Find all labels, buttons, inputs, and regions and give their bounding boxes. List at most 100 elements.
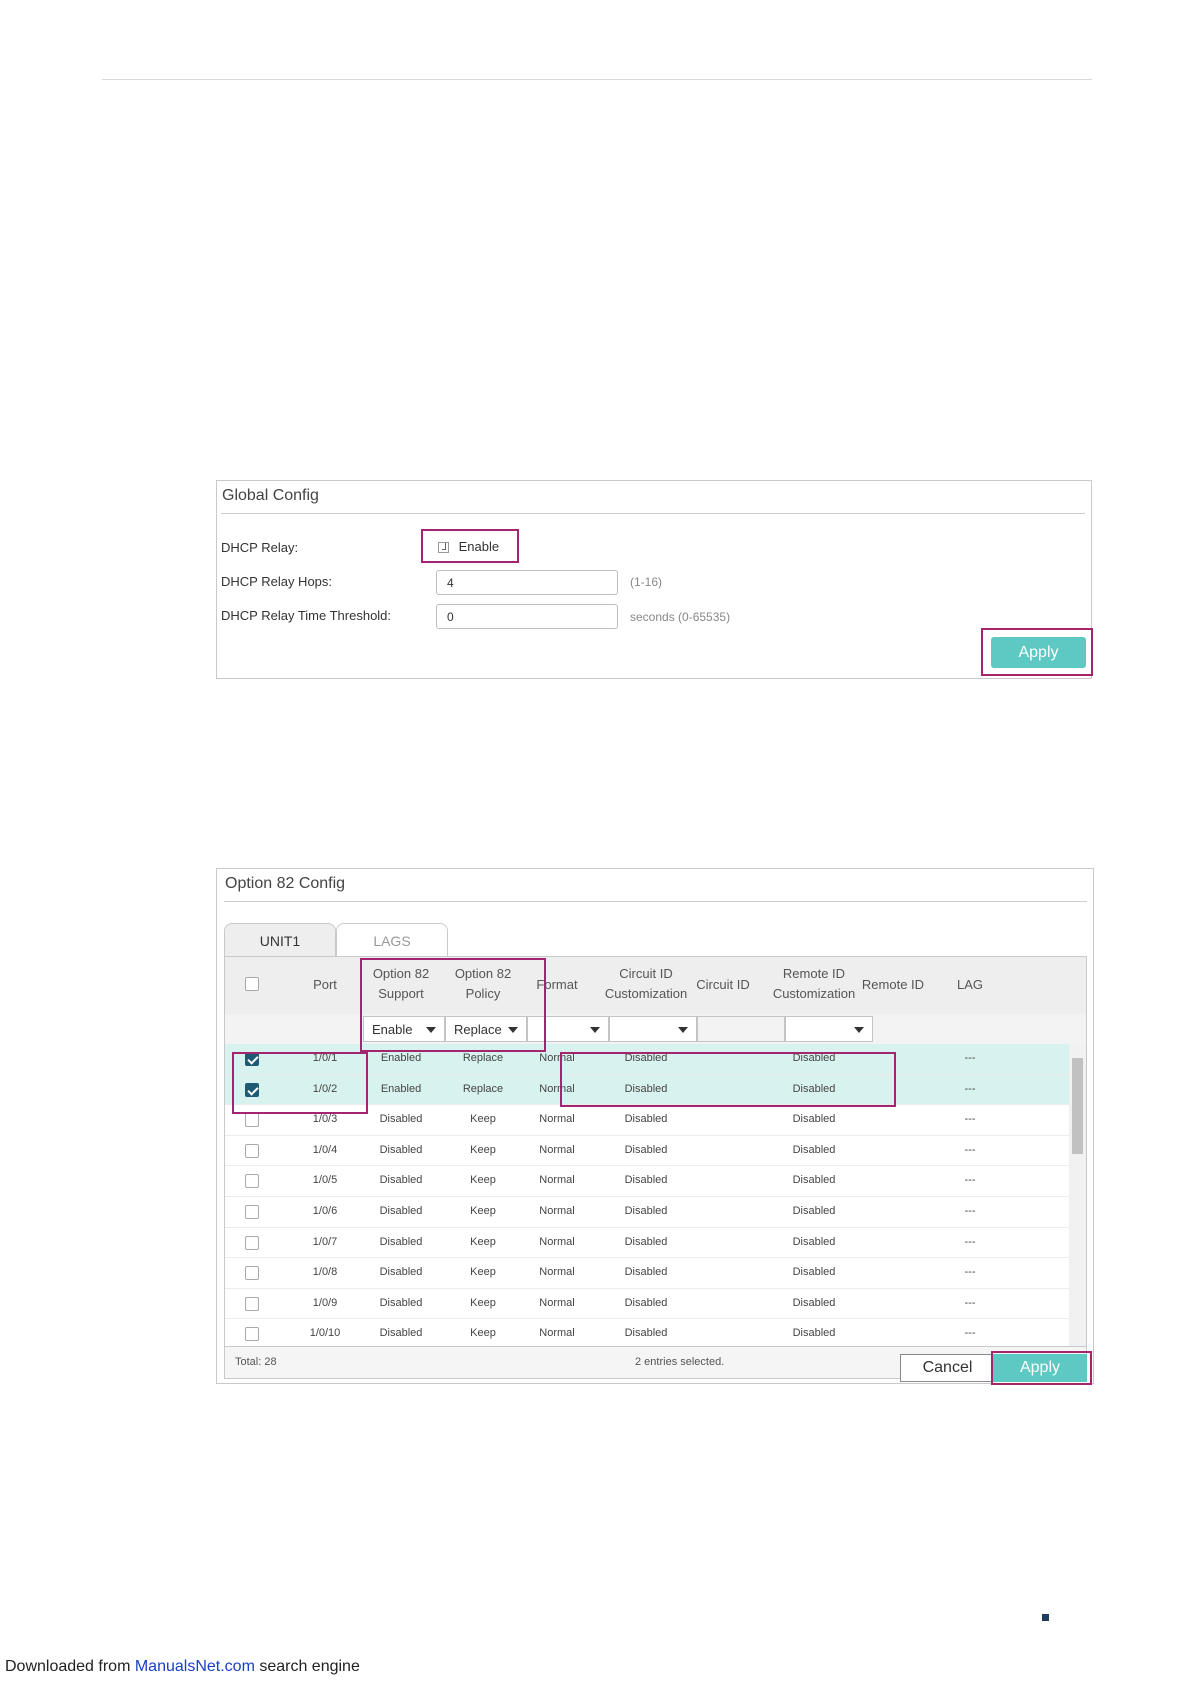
table-row[interactable]: 1/0/10 Disabled Keep Normal Disabled Disabled…: [225, 1319, 1070, 1346]
cell-port: 1/0/2: [312, 1082, 338, 1095]
row-checkbox[interactable]: [245, 1082, 259, 1097]
cell-lag: ---: [964, 1052, 976, 1064]
cell-format: Normal: [539, 1296, 575, 1309]
cell-remote: Disabled: [792, 1143, 836, 1156]
cell-port: 1/0/8: [312, 1266, 338, 1279]
header-circuit-customization: Circuit ID Customization: [604, 966, 688, 1001]
cell-circuit: Disabled: [624, 1052, 668, 1064]
cell-format: Normal: [539, 1327, 575, 1340]
cancel-button[interactable]: Cancel: [900, 1354, 995, 1382]
table-row[interactable]: 1/0/2 Enabled Replace Normal Disabled Disable…: [225, 1074, 1070, 1106]
cell-port: 1/0/3: [312, 1113, 338, 1126]
row-checkbox[interactable]: [245, 1296, 259, 1311]
row-checkbox[interactable]: [245, 1052, 259, 1066]
page-marker: [1042, 1614, 1049, 1621]
cell-policy: Keep: [470, 1266, 496, 1279]
chevron-down-icon: [678, 1027, 688, 1033]
header-format: Format: [536, 977, 578, 992]
cell-policy: Keep: [470, 1174, 496, 1187]
header-remote-id: Remote ID: [861, 977, 925, 992]
table-row[interactable]: 1/0/4 Disabled Keep Normal Disabled Disabled -…: [225, 1136, 1070, 1167]
manualsnet-link[interactable]: ManualsNet.com: [135, 1658, 255, 1675]
cell-policy: Replace: [462, 1052, 504, 1064]
enable-label: Enable: [458, 539, 500, 554]
tab-unit1[interactable]: UNIT1: [224, 923, 336, 957]
cell-policy: Replace: [462, 1082, 504, 1095]
table-row[interactable]: 1/0/5 Disabled Keep Normal Disabled Disabled -…: [225, 1166, 1070, 1197]
cell-circuit: Disabled: [624, 1143, 668, 1156]
format-filter-select[interactable]: [527, 1016, 609, 1042]
cell-port: 1/0/5: [312, 1174, 338, 1187]
row-checkbox[interactable]: [245, 1235, 259, 1250]
check-icon: [438, 542, 449, 554]
table-row[interactable]: 1/0/1 Enabled Replace Normal Disabled Disable…: [225, 1044, 1070, 1075]
cell-port: 1/0/7: [312, 1235, 338, 1248]
support-filter-select[interactable]: Enable: [363, 1016, 445, 1042]
cell-circuit: Disabled: [624, 1235, 668, 1248]
total-count: Total: 28: [235, 1356, 277, 1368]
row-checkbox[interactable]: [245, 1266, 259, 1281]
cell-support: Disabled: [379, 1143, 423, 1156]
table-row[interactable]: 1/0/9 Disabled Keep Normal Disabled Disabled -…: [225, 1289, 1070, 1320]
cell-remote: Disabled: [792, 1296, 836, 1309]
cell-circuit: Disabled: [624, 1113, 668, 1126]
cell-circuit: Disabled: [624, 1174, 668, 1187]
policy-filter-select[interactable]: Replace: [445, 1016, 527, 1042]
threshold-hint: seconds (0-65535): [630, 610, 731, 624]
table-row[interactable]: 1/0/8 Disabled Keep Normal Disabled Disabled -…: [225, 1258, 1070, 1289]
row-checkbox[interactable]: [245, 1143, 259, 1158]
tab-lags[interactable]: LAGS: [336, 923, 448, 957]
cell-lag: ---: [964, 1296, 976, 1309]
cell-circuit: Disabled: [624, 1082, 668, 1095]
cell-format: Normal: [539, 1052, 575, 1064]
table-row[interactable]: 1/0/3 Disabled Keep Normal Disabled Disabled -…: [225, 1105, 1070, 1136]
cell-policy: Keep: [470, 1113, 496, 1126]
hops-input[interactable]: 4: [436, 570, 618, 595]
dhcp-relay-label: DHCP Relay:: [221, 540, 299, 555]
time-threshold-label: DHCP Relay Time Threshold:: [221, 608, 392, 623]
cell-support: Disabled: [379, 1266, 423, 1279]
chevron-down-icon: [590, 1027, 600, 1033]
cell-support: Enabled: [380, 1052, 422, 1064]
filter-row: Enable Replace: [225, 1014, 1086, 1045]
cell-format: Normal: [539, 1113, 575, 1126]
cell-circuit: Disabled: [624, 1205, 668, 1217]
selected-count: 2 entries selected.: [635, 1356, 725, 1368]
top-divider: [102, 79, 1092, 80]
table-row[interactable]: 1/0/7 Disabled Keep Normal Disabled Disabled -…: [225, 1228, 1070, 1259]
circuit-customization-filter-select[interactable]: [609, 1016, 697, 1042]
cell-format: Normal: [539, 1235, 575, 1248]
scrollbar-thumb[interactable]: [1072, 1058, 1083, 1154]
cell-format: Normal: [539, 1143, 575, 1156]
cell-circuit: Disabled: [624, 1296, 668, 1309]
circuit-id-filter: [697, 1016, 785, 1042]
table-row[interactable]: 1/0/6 Disabled Keep Normal Disabled Disabled -…: [225, 1197, 1070, 1228]
cell-remote: Disabled: [792, 1082, 836, 1095]
cell-policy: Keep: [470, 1235, 496, 1248]
cell-support: Disabled: [379, 1113, 423, 1126]
header-support: Option 82 Support: [372, 966, 430, 1001]
cell-format: Normal: [539, 1205, 575, 1217]
row-checkbox[interactable]: [245, 1174, 259, 1189]
row-checkbox[interactable]: [245, 1205, 259, 1219]
vertical-scrollbar[interactable]: [1069, 1044, 1086, 1346]
chevron-down-icon: [854, 1027, 864, 1033]
cell-lag: ---: [964, 1235, 976, 1248]
enable-checkbox[interactable]: Enable: [438, 539, 499, 554]
source-footer: Downloaded from ManualsNet.com search en…: [5, 1658, 360, 1675]
cell-support: Disabled: [379, 1327, 423, 1340]
row-checkbox[interactable]: [245, 1113, 259, 1128]
threshold-input[interactable]: 0: [436, 604, 618, 629]
cell-lag: ---: [964, 1174, 976, 1187]
select-all-checkbox[interactable]: [245, 977, 259, 991]
remote-customization-filter-select[interactable]: [785, 1016, 873, 1042]
cell-remote: Disabled: [792, 1174, 836, 1187]
global-apply-button[interactable]: Apply: [991, 637, 1086, 668]
row-checkbox[interactable]: [245, 1327, 259, 1342]
header-policy: Option 82 Policy: [454, 966, 512, 1001]
cell-support: Disabled: [379, 1296, 423, 1309]
option82-table: Port Option 82 Support Option 82 Policy Fo…: [224, 956, 1087, 1347]
option82-apply-button[interactable]: Apply: [993, 1354, 1087, 1382]
cell-policy: Keep: [470, 1143, 496, 1156]
cell-circuit: Disabled: [624, 1266, 668, 1279]
